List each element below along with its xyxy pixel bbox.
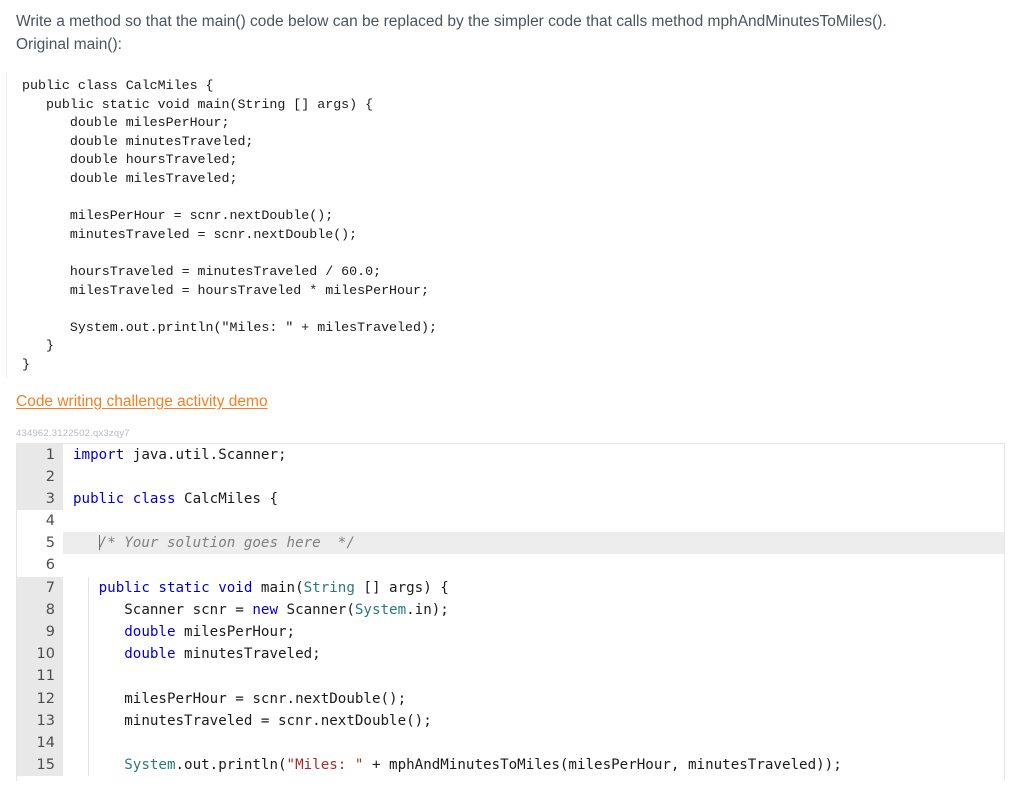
indent-guide [88,576,89,599]
solution-placeholder-comment: /* Your solution goes here */ [98,535,355,552]
line-number-1: 1 [17,443,63,466]
indent-guide [88,731,89,755]
token-plain: milesPerHour = scnr.nextDouble(); [73,690,407,707]
code-line-text-8[interactable]: Scanner scnr = new Scanner(System.in); [67,598,1004,621]
token-plain: main( [252,579,304,596]
line-number-5: 5 [17,532,63,555]
line-number-7: 7 [17,576,63,599]
line-number-4: 4 [17,510,63,533]
code-line-text-3[interactable]: public class CalcMiles { [67,488,1004,510]
original-main-code: public class CalcMiles { public static v… [22,78,437,372]
token-kw: public static void [98,579,253,596]
original-main-code-block: public class CalcMiles { public static v… [0,69,1024,381]
code-line-12[interactable]: 12 milesPerHour = scnr.nextDouble(); [17,687,1004,710]
token-plain: Scanner scnr = [73,601,253,618]
code-line-text-6[interactable] [67,554,1004,576]
code-line-3[interactable]: 3 public class CalcMiles { [17,487,1004,511]
prompt-line-1: Write a method so that the main() code b… [16,13,887,30]
token-plain: minutesTraveled; [175,646,321,663]
code-line-text-12[interactable]: milesPerHour = scnr.nextDouble(); [67,687,1004,710]
line-number-13: 13 [17,709,63,732]
code-line-text-4[interactable] [67,510,1004,532]
token-plain: Scanner( [278,601,355,618]
code-line-9[interactable]: 9 double milesPerHour; [17,621,1004,644]
code-line-text-9[interactable]: double milesPerHour; [67,621,1004,644]
code-line-text-10[interactable]: double minutesTraveled; [67,643,1004,666]
line-number-15: 15 [17,754,63,777]
line-number-6: 6 [17,554,63,577]
token-plain: CalcMiles { [175,490,278,507]
code-line-text-5[interactable]: /* Your solution goes here */ [67,532,1004,555]
code-line-8[interactable]: 8 Scanner scnr = new Scanner(System.in); [17,598,1004,621]
indent-guide [88,621,89,644]
code-line-text-13[interactable]: minutesTraveled = scnr.nextDouble(); [67,709,1004,732]
code-line-15[interactable]: 15 System.out.println("Miles: " + mphAnd… [17,754,1004,777]
code-line-11[interactable]: 11 [17,665,1004,688]
code-line-text-15[interactable]: System.out.println("Miles: " + mphAndMin… [67,754,1004,777]
token-plain: .in); [406,601,449,618]
line-number-12: 12 [17,687,63,710]
token-plain: .out.println( [175,757,287,774]
line-number-2: 2 [17,465,63,488]
prompt-line-2: Original main(): [16,36,122,53]
code-editor[interactable]: 1 import java.util.Scanner; 2 3 public class… [16,442,1005,781]
code-editor-lines[interactable]: 1 import java.util.Scanner; 2 3 public class… [17,443,1004,781]
indent-guide [88,643,89,666]
activity-id-label: 434962.3122502.qx3zqy7 [16,427,130,439]
token-kw: double [124,624,176,640]
token-kw: import [73,446,125,463]
code-line-6[interactable]: 6 [17,554,1004,577]
token-plain: minutesTraveled = scnr.nextDouble(); [73,712,432,729]
token-kw: new [252,601,278,618]
code-line-text-14[interactable] [67,731,1004,755]
code-line-13[interactable]: 13 minutesTraveled = scnr.nextDouble(); [17,709,1004,732]
demo-link-row: Code writing challenge activity demo [0,381,1024,411]
code-line-text-1[interactable]: import java.util.Scanner; [67,444,1004,466]
indent-guide [88,665,89,688]
indent-guide [88,687,89,710]
code-line-4[interactable]: 4 [17,510,1004,533]
token-plain: + mphAndMinutesToMiles(milesPerHour, min… [363,757,842,774]
code-line-text-11[interactable] [67,665,1004,688]
code-writing-challenge-demo-link[interactable]: Code writing challenge activity demo [16,393,268,410]
code-line-14[interactable]: 14 [17,731,1004,755]
token-type: System [124,757,176,774]
code-line-1[interactable]: 1 import java.util.Scanner; [17,443,1004,466]
code-line-5[interactable]: 5 /* Your solution goes here */ [17,532,1004,555]
indent-guide [88,598,89,621]
line-number-11: 11 [17,665,63,688]
solution-indent [73,535,99,551]
code-line-10[interactable]: 10 double minutesTraveled; [17,643,1004,666]
token-str: "Miles: " [286,757,364,774]
token-plain: java.util.Scanner; [124,446,287,463]
indent-guide [88,709,89,732]
code-line-7[interactable]: 7 public static void main(String [] args… [17,576,1004,599]
indent-guide [88,754,89,777]
line-number-9: 9 [17,621,63,644]
code-line-text-7[interactable]: public static void main(String [] args) … [67,576,1004,599]
token-type: System [354,601,407,618]
token-plain: [] args) { [354,579,449,596]
token-kw: double [124,646,176,663]
line-number-10: 10 [17,643,63,666]
token-kw: public class [73,490,176,507]
token-plain: milesPerHour; [175,624,296,640]
line-number-14: 14 [17,731,63,755]
line-number-3: 3 [17,487,63,511]
code-line-text-2[interactable] [67,466,1004,488]
token-type: String [303,579,355,596]
line-number-8: 8 [17,598,63,621]
problem-prompt: Write a method so that the main() code b… [0,0,1024,56]
code-line-2[interactable]: 2 [17,465,1004,488]
